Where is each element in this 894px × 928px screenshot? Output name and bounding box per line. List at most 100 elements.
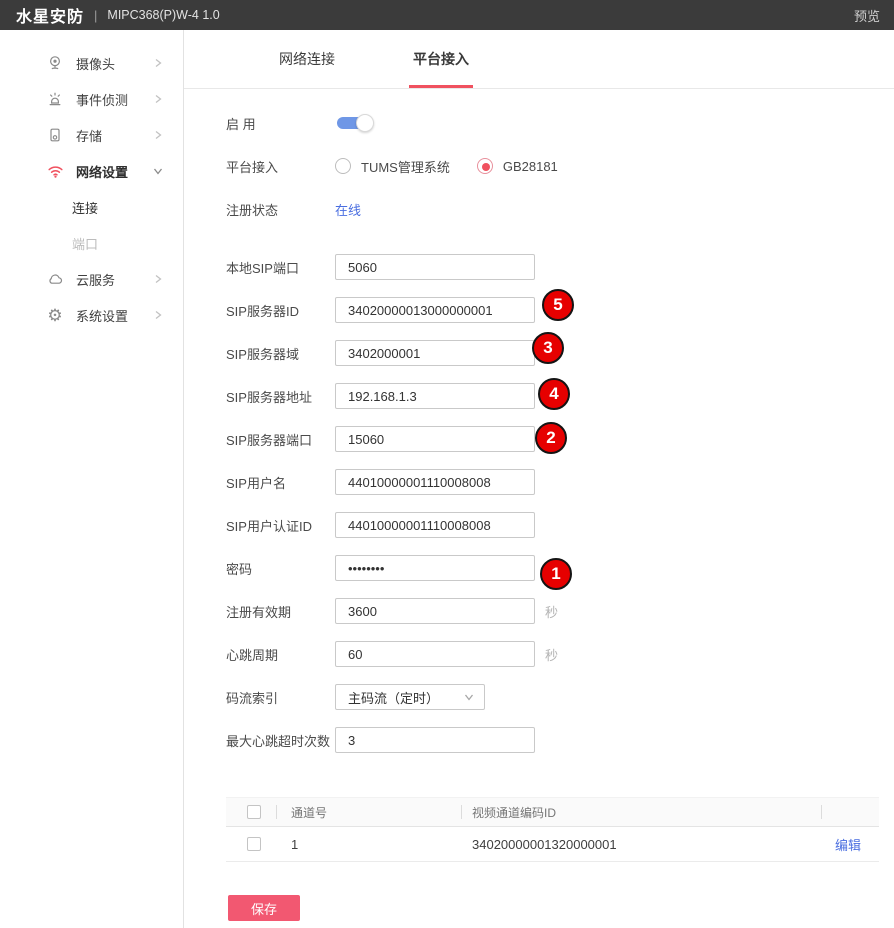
sidebar-item[interactable]: 摄像头	[0, 45, 183, 81]
field-label: SIP服务器域	[226, 344, 335, 363]
header-checkbox-cell	[226, 805, 276, 819]
header-encode-cell: 视频通道编码ID	[461, 804, 821, 821]
field-label: 心跳周期	[226, 645, 335, 664]
sidebar-item[interactable]: 存储	[0, 117, 183, 153]
sidebar-item-label: 存储	[76, 126, 102, 145]
field-label: 密码	[226, 559, 335, 578]
tab-network-connection[interactable]: 网络连接	[279, 30, 335, 88]
platform-label: 平台接入	[226, 157, 335, 176]
row-action-cell: 编辑	[821, 835, 879, 854]
row-checkbox-cell	[226, 837, 276, 851]
field-input[interactable]	[335, 512, 535, 538]
tab-platform-access[interactable]: 平台接入	[413, 30, 469, 88]
enable-label: 启 用	[226, 114, 335, 133]
field-label: 注册有效期	[226, 602, 335, 621]
form-field-row: 码流索引主码流（定时）	[226, 684, 894, 710]
column-separator	[461, 805, 462, 819]
field-input[interactable]	[335, 641, 535, 667]
sidebar-subitem-label: 连接	[72, 198, 98, 217]
chevron-down-icon	[463, 691, 475, 703]
stream-index-select[interactable]: 主码流（定时）	[335, 684, 485, 710]
annotation-badge-1: 1	[540, 558, 572, 590]
column-separator	[821, 805, 822, 819]
sidebar-item[interactable]: 事件侦测	[0, 81, 183, 117]
form-field-row: 最大心跳超时次数	[226, 727, 894, 753]
form-field-row: SIP服务器ID5	[226, 297, 894, 323]
form-field-row: SIP用户认证ID	[226, 512, 894, 538]
field-input[interactable]	[335, 555, 535, 581]
encode-id-header: 视频通道编码ID	[472, 804, 556, 821]
radio-circle	[335, 158, 351, 174]
logo-divider: |	[94, 8, 97, 23]
annotation-badge-5: 5	[542, 289, 574, 321]
header-channel-cell: 通道号	[276, 804, 461, 821]
field-input[interactable]	[335, 383, 535, 409]
alarm-icon	[46, 90, 64, 108]
field-input[interactable]	[335, 426, 535, 452]
channel-number: 1	[291, 837, 298, 852]
form-field-row: SIP用户名	[226, 469, 894, 495]
sidebar-item[interactable]: ⚙系统设置	[0, 297, 183, 333]
row-channel-cell: 1	[276, 837, 461, 852]
form-field-row: SIP服务器端口2	[226, 426, 894, 452]
sidebar-item[interactable]: 网络设置	[0, 153, 183, 189]
annotation-badge-2: 2	[535, 422, 567, 454]
table-body: 1 34020000001320000001 编辑	[226, 827, 879, 862]
select-all-checkbox[interactable]	[247, 805, 261, 819]
column-separator	[276, 805, 277, 819]
platform-radio-group: TUMS管理系统 GB28181	[335, 157, 558, 176]
channel-header: 通道号	[291, 804, 327, 821]
table-header-row: 通道号 视频通道编码ID	[226, 797, 879, 827]
brand-logo: 水星安防	[16, 3, 84, 27]
field-label: SIP服务器端口	[226, 430, 335, 449]
field-input[interactable]	[335, 469, 535, 495]
chevron-right-icon	[152, 57, 164, 69]
channel-table: 通道号 视频通道编码ID 1 34020000001320000001 编辑	[226, 797, 879, 862]
enable-row: 启 用	[226, 110, 894, 136]
sidebar-subitem-label: 端口	[72, 234, 98, 253]
select-value: 主码流（定时）	[348, 688, 439, 707]
radio-option[interactable]: GB28181	[477, 158, 558, 174]
sidebar-subitem[interactable]: 连接	[0, 189, 183, 225]
sidebar-item[interactable]: 云服务	[0, 261, 183, 297]
preview-link[interactable]: 预览	[854, 6, 880, 25]
device-model: MIPC368(P)W-4 1.0	[107, 8, 219, 22]
form-field-row: SIP服务器域3	[226, 340, 894, 366]
main-content: 网络连接平台接入 启 用 平台接入 TUMS管理系统GB28181 注册状态 在…	[184, 30, 894, 928]
row-encode-cell: 34020000001320000001	[461, 837, 821, 852]
edit-link[interactable]: 编辑	[835, 835, 861, 854]
cloud-icon	[46, 270, 64, 288]
field-label: SIP服务器地址	[226, 387, 335, 406]
field-input[interactable]	[335, 727, 535, 753]
enable-toggle[interactable]	[337, 117, 365, 129]
sidebar-item-label: 云服务	[76, 270, 115, 289]
form-area: 启 用 平台接入 TUMS管理系统 GB28181 注册状态 在线 本地SIP端口…	[184, 89, 894, 921]
register-status-label: 注册状态	[226, 200, 335, 219]
fields-list: 本地SIP端口 SIP服务器ID5 SIP服务器域3 SIP服务器地址4 SIP服务器端…	[226, 254, 894, 753]
wifi-icon	[46, 162, 64, 180]
chevron-right-icon	[152, 93, 164, 105]
chevron-down-icon	[152, 165, 164, 177]
form-field-row: 本地SIP端口	[226, 254, 894, 280]
sidebar-item-label: 系统设置	[76, 306, 128, 325]
register-status-row: 注册状态 在线	[226, 196, 894, 222]
form-field-row: 注册有效期 秒	[226, 598, 894, 624]
field-unit: 秒	[545, 602, 558, 621]
chevron-right-icon	[152, 309, 164, 321]
row-checkbox[interactable]	[247, 837, 261, 851]
field-input[interactable]	[335, 297, 535, 323]
radio-option[interactable]: TUMS管理系统	[335, 157, 450, 176]
toggle-knob	[356, 114, 374, 132]
form-field-row: SIP服务器地址4	[226, 383, 894, 409]
save-button[interactable]: 保存	[228, 895, 300, 921]
sidebar-item-label: 事件侦测	[76, 90, 128, 109]
sidebar-subitem[interactable]: 端口	[0, 225, 183, 261]
radio-circle	[477, 158, 493, 174]
field-input[interactable]	[335, 598, 535, 624]
page: 水星安防 | MIPC368(P)W-4 1.0 预览 摄像头事件侦测存储网络设…	[0, 0, 894, 928]
header-action-cell	[821, 805, 879, 819]
field-label: SIP用户名	[226, 473, 335, 492]
field-input[interactable]	[335, 340, 535, 366]
encode-id: 34020000001320000001	[472, 837, 617, 852]
field-input[interactable]	[335, 254, 535, 280]
